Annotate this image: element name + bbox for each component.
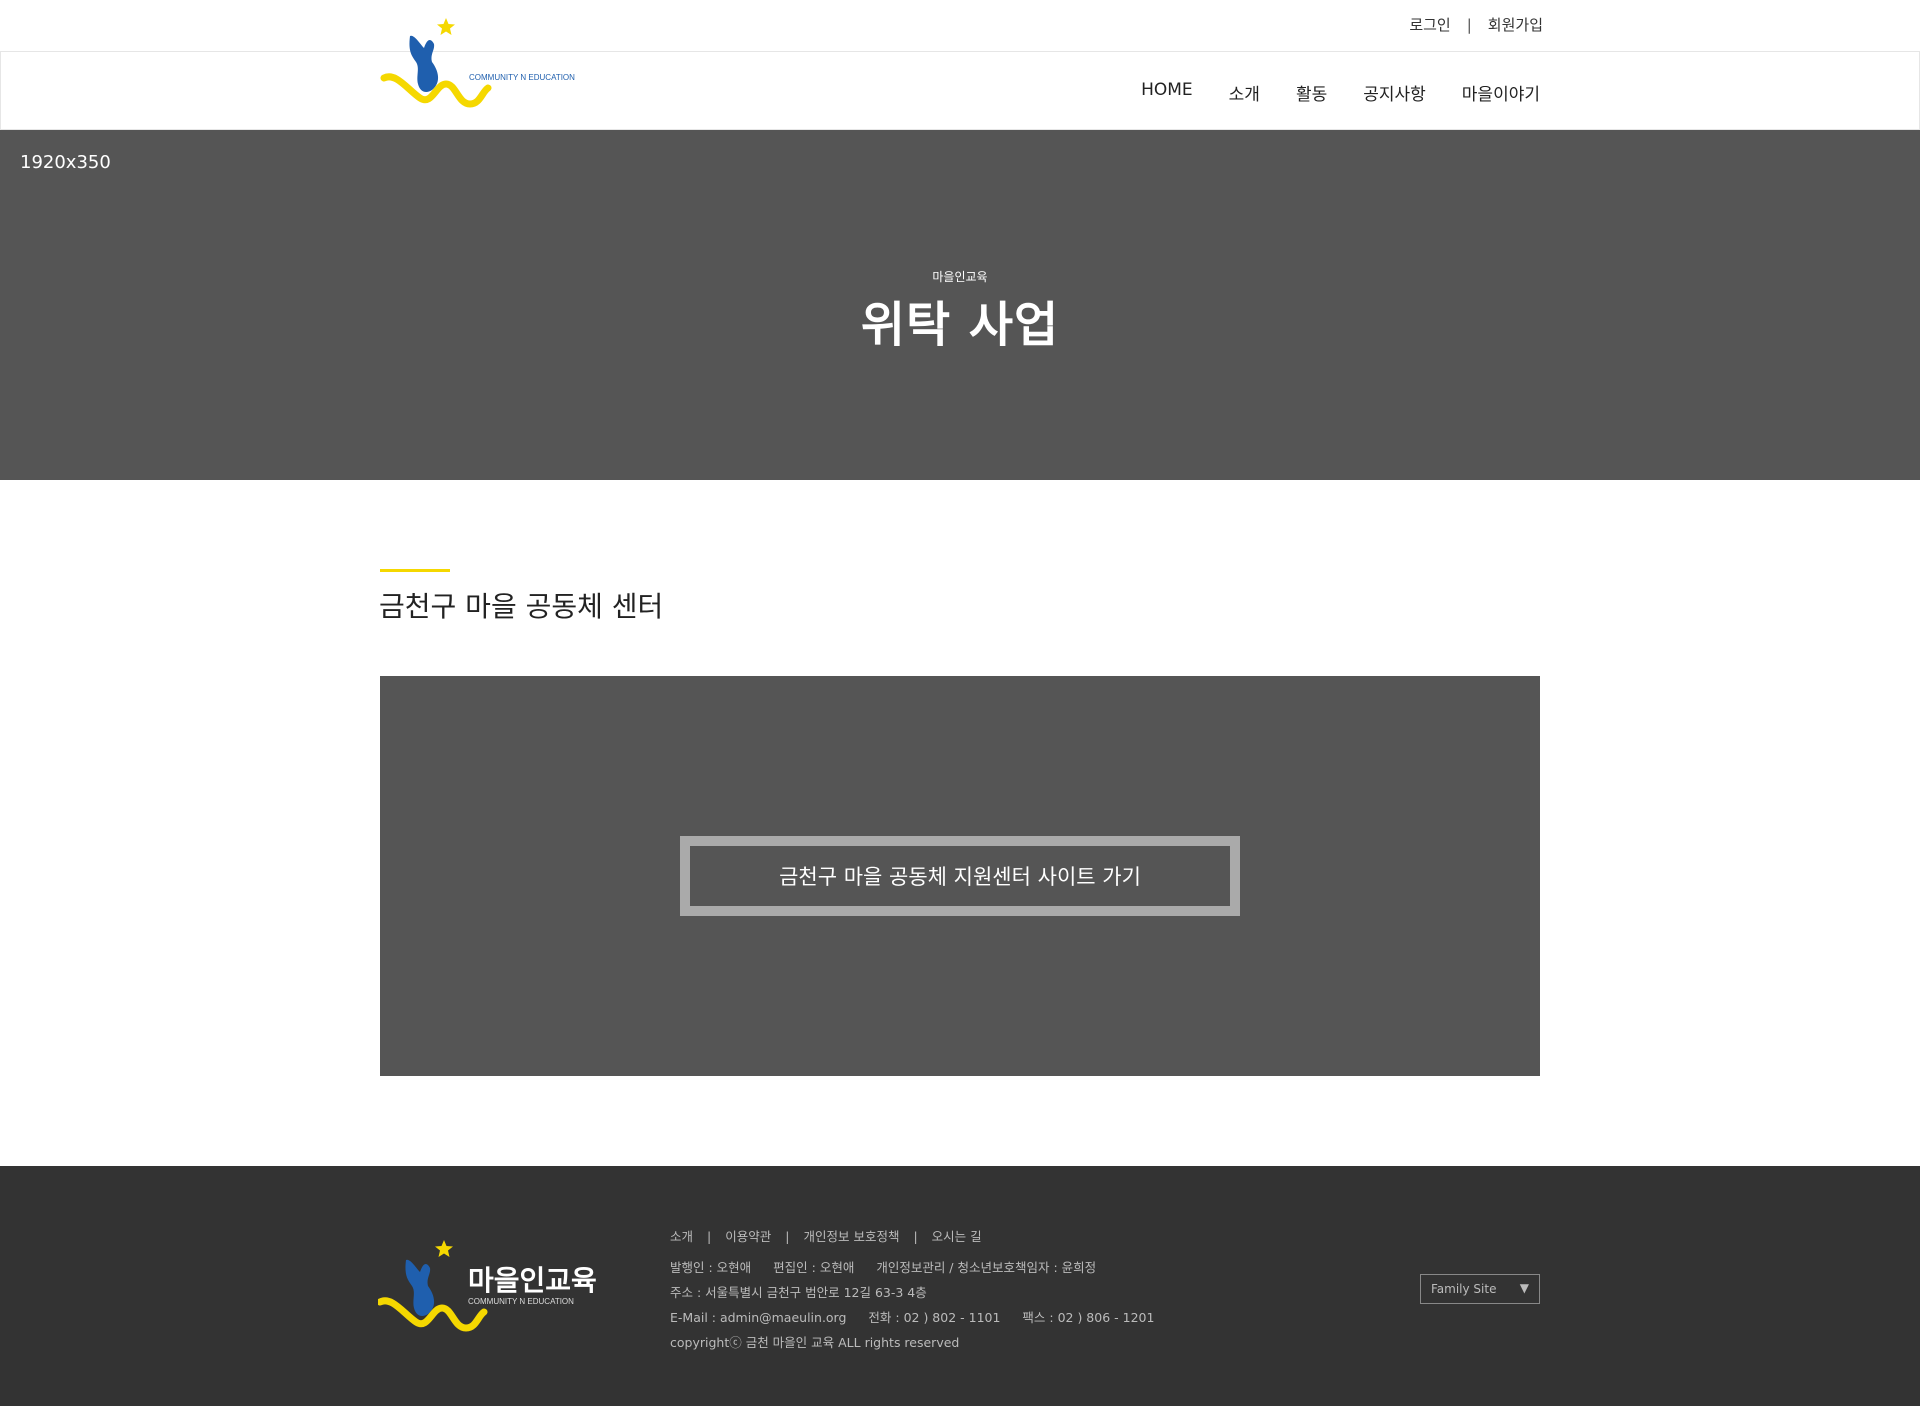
- footer-link-separator: |: [707, 1229, 712, 1244]
- nav-item-activities[interactable]: 활동: [1296, 80, 1327, 105]
- footer-link-terms[interactable]: 이용약관: [725, 1224, 771, 1249]
- footer-link-separator: |: [785, 1229, 790, 1244]
- footer-link-separator: |: [913, 1229, 918, 1244]
- footer-phone: 전화 : 02 ) 802 - 1101: [868, 1310, 1001, 1325]
- placeholder-size-label: 1920x350: [20, 152, 111, 173]
- utility-separator: |: [1466, 15, 1472, 34]
- logo-figure-icon: [409, 35, 439, 92]
- nav-item-about[interactable]: 소개: [1229, 80, 1260, 105]
- site-logo[interactable]: COMMUNITY N EDUCATION: [380, 14, 600, 118]
- footer-publisher: 발행인 : 오현애: [670, 1260, 752, 1275]
- section-accent-line: [380, 569, 450, 572]
- footer-logo: 마을인교육 COMMUNITY N EDUCATION: [378, 1240, 597, 1332]
- page-title: 위탁 사업: [860, 297, 1060, 353]
- footer-link-privacy[interactable]: 개인정보 보호정책: [803, 1224, 899, 1249]
- login-link[interactable]: 로그인: [1409, 14, 1450, 35]
- footer-info: 소개 | 이용약관 | 개인정보 보호정책 | 오시는 길 발행인 : 오현애 …: [670, 1224, 1154, 1355]
- site-header: [0, 51, 1920, 130]
- footer-editor: 편집인 : 오현애: [773, 1260, 855, 1275]
- footer-privacy-officer: 개인정보관리 / 청소년보호책임자 : 윤희정: [876, 1260, 1097, 1275]
- hero-banner: 1920x350 마을인교육 위탁 사업: [0, 130, 1920, 480]
- footer-link-about[interactable]: 소개: [670, 1224, 693, 1249]
- external-site-button[interactable]: 금천구 마을 공동체 지원센터 사이트 가기: [680, 836, 1240, 916]
- dropdown-arrow-icon: ▼: [1519, 1281, 1529, 1295]
- utility-bar: 로그인 | 회원가입: [0, 0, 1920, 51]
- family-site-select[interactable]: Family Site ▼: [1420, 1274, 1540, 1304]
- content-panel: 금천구 마을 공동체 지원센터 사이트 가기: [380, 676, 1540, 1076]
- footer-logo-star-icon: [435, 1240, 453, 1257]
- footer-email: E-Mail : admin@maeulin.org: [670, 1310, 847, 1325]
- footer-links: 소개 | 이용약관 | 개인정보 보호정책 | 오시는 길: [670, 1224, 1154, 1249]
- footer-publisher-line: 발행인 : 오현애 편집인 : 오현애 개인정보관리 / 청소년보호책임자 : …: [670, 1255, 1154, 1280]
- logo-subtext: COMMUNITY N EDUCATION: [469, 73, 575, 82]
- nav-item-notices[interactable]: 공지사항: [1363, 80, 1426, 105]
- family-site-label: Family Site: [1431, 1282, 1497, 1296]
- section-title: 금천구 마을 공동체 센터: [379, 590, 664, 623]
- nav-item-home[interactable]: HOME: [1141, 80, 1193, 105]
- utility-links: 로그인 | 회원가입: [1409, 14, 1543, 35]
- main-nav: HOME 소개 활동 공지사항 마을이야기: [1105, 80, 1540, 105]
- footer-address: 주소 : 서울특별시 금천구 범안로 12길 63-3 4층: [670, 1285, 927, 1300]
- site-footer: 마을인교육 COMMUNITY N EDUCATION 소개 | 이용약관 | …: [0, 1166, 1920, 1406]
- signup-link[interactable]: 회원가입: [1488, 14, 1543, 35]
- footer-fax: 팩스 : 02 ) 806 - 1201: [1022, 1310, 1155, 1325]
- footer-logo-name: 마을인교육: [468, 1264, 597, 1297]
- footer-link-directions[interactable]: 오시는 길: [932, 1224, 982, 1249]
- footer-logo-figure-icon: [405, 1259, 435, 1316]
- logo-star-icon: [437, 18, 455, 35]
- hero-subtitle: 마을인교육: [932, 270, 988, 284]
- footer-contact-line: E-Mail : admin@maeulin.org 전화 : 02 ) 802…: [670, 1305, 1154, 1330]
- footer-logo-subtext: COMMUNITY N EDUCATION: [468, 1297, 574, 1306]
- nav-item-stories[interactable]: 마을이야기: [1462, 80, 1540, 105]
- footer-copyright: copyrightⓒ 금천 마을인 교육 ALL rights reserved: [670, 1335, 960, 1350]
